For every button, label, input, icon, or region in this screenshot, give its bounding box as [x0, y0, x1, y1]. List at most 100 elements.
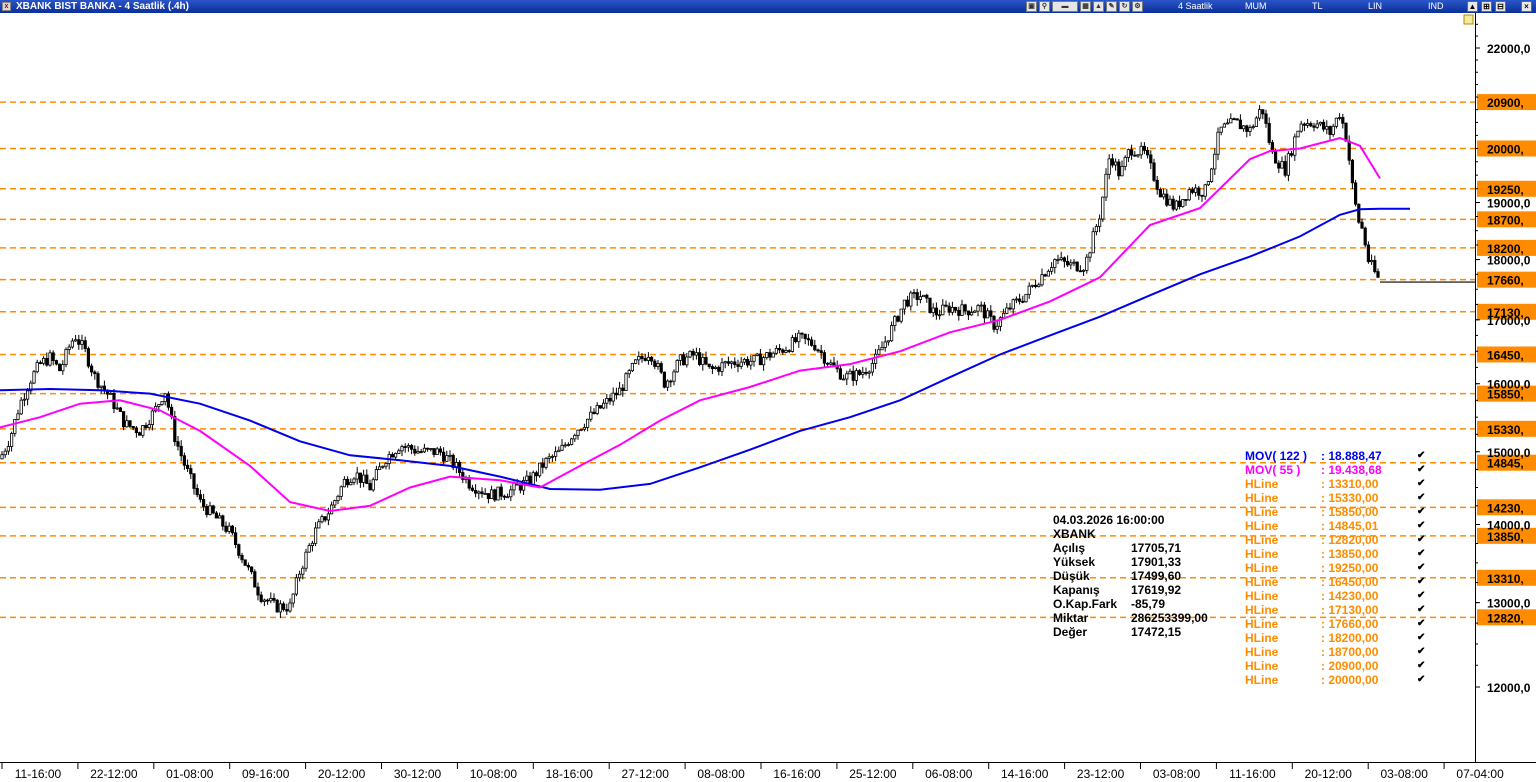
info-value: 17619,92 — [1131, 583, 1182, 597]
candle-down — [707, 363, 711, 367]
candle-down — [189, 468, 193, 475]
candle-up — [1107, 158, 1111, 175]
candle-down — [118, 407, 122, 412]
candle-up — [25, 390, 30, 400]
restore-icon[interactable]: ⊞ — [1481, 1, 1492, 12]
candle-up — [842, 378, 846, 381]
candle-up — [611, 392, 615, 402]
visibility-check-icon[interactable]: ✔ — [1417, 673, 1425, 687]
candle-up — [310, 542, 315, 546]
candle-down — [806, 338, 811, 341]
candle-down — [691, 350, 695, 356]
candle-up — [1162, 193, 1166, 198]
candle-up — [1206, 181, 1210, 186]
candle-up — [477, 491, 481, 494]
candle-up — [589, 411, 593, 420]
legend-row: HLine: 19250,00 ✔ — [1245, 561, 1425, 575]
candle-down — [185, 464, 190, 469]
x-tick-label: 11-16:00 — [1229, 767, 1276, 781]
x-tick-label: 03-08:00 — [1153, 767, 1201, 781]
candle-up — [422, 447, 427, 453]
visibility-check-icon[interactable]: ✔ — [1417, 575, 1425, 589]
indicator-label[interactable]: IND — [1428, 0, 1444, 13]
currency-label[interactable]: TL — [1312, 0, 1323, 13]
visibility-check-icon[interactable]: ✔ — [1417, 561, 1425, 575]
candle-down — [493, 489, 497, 501]
candle-down — [403, 446, 407, 448]
minimize-icon[interactable]: ▲ — [1467, 1, 1478, 12]
candle-down — [192, 473, 196, 489]
refresh-icon[interactable]: ↻ — [1119, 1, 1130, 12]
info-symbol: XBANK — [1053, 527, 1096, 541]
x-tick-label: 30-12:00 — [394, 767, 442, 781]
candle-up — [99, 385, 103, 388]
legend-row: HLine: 13310,00 ✔ — [1245, 477, 1425, 491]
candle-up — [1254, 117, 1258, 127]
candle-down — [51, 352, 55, 361]
candle-up — [483, 493, 487, 495]
close-icon[interactable]: × — [1521, 1, 1532, 12]
visibility-check-icon[interactable]: ✔ — [1417, 603, 1425, 617]
candle-up — [774, 347, 779, 354]
info-value: 17705,71 — [1131, 541, 1182, 555]
restore-down-icon[interactable]: ⊟ — [1495, 1, 1506, 12]
draw-icon[interactable]: ✎ — [1106, 1, 1117, 12]
visibility-check-icon[interactable]: ✔ — [1417, 463, 1425, 477]
candle-up — [582, 427, 587, 430]
candle-down — [345, 478, 350, 486]
visibility-check-icon[interactable]: ✔ — [1417, 533, 1425, 547]
candle-up — [739, 361, 743, 367]
candle-up — [400, 446, 404, 452]
visibility-check-icon[interactable]: ✔ — [1417, 547, 1425, 561]
candle-down — [1117, 161, 1121, 177]
candle-down — [1347, 140, 1351, 161]
legend-value: : 17660,00 — [1321, 617, 1379, 631]
candle-up — [1123, 157, 1127, 167]
candle-down — [1110, 158, 1114, 166]
candle-down — [122, 411, 126, 428]
visibility-check-icon[interactable]: ✔ — [1417, 505, 1425, 519]
visibility-check-icon[interactable]: ✔ — [1417, 659, 1425, 673]
chart-type-icon[interactable]: ▲ — [1093, 1, 1104, 12]
visibility-check-icon[interactable]: ✔ — [1417, 477, 1425, 491]
candle-up — [509, 489, 513, 498]
grid-icon[interactable]: ▦ — [1080, 1, 1091, 12]
visibility-check-icon[interactable]: ✔ — [1417, 491, 1425, 505]
candle-up — [1248, 127, 1252, 132]
scale-label[interactable]: LIN — [1368, 0, 1382, 13]
visibility-check-icon[interactable]: ✔ — [1417, 631, 1425, 645]
legend-name: MOV( 55 ) — [1245, 463, 1301, 477]
candle-up — [547, 456, 551, 459]
candle-up — [829, 362, 833, 365]
period-selector-icon[interactable]: ▬ — [1052, 1, 1078, 12]
settings-icon[interactable]: ⚙ — [1132, 1, 1143, 12]
candle-down — [166, 393, 170, 408]
candle-down — [441, 451, 446, 462]
chart-style-label[interactable]: MUM — [1245, 0, 1267, 13]
candle-up — [646, 356, 651, 361]
candle-down — [83, 340, 87, 350]
candle-down — [432, 448, 436, 455]
candle-down — [1190, 189, 1194, 193]
candle-up — [304, 551, 308, 569]
candle-down — [826, 362, 830, 365]
candle-up — [762, 357, 766, 366]
candle-down — [240, 554, 244, 561]
zoom-icon[interactable]: ⚲ — [1039, 1, 1050, 12]
candle-up — [1011, 299, 1015, 310]
candle-up — [1056, 259, 1060, 261]
visibility-check-icon[interactable]: ✔ — [1417, 617, 1425, 631]
period-label[interactable]: 4 Saatlik — [1178, 0, 1213, 13]
visibility-check-icon[interactable]: ✔ — [1417, 449, 1425, 463]
visibility-check-icon[interactable]: ✔ — [1417, 519, 1425, 533]
legend-row: HLine: 13850,00 ✔ — [1245, 547, 1425, 561]
candle-down — [1171, 198, 1175, 210]
legend-value: : 16450,00 — [1321, 575, 1379, 589]
candle-up — [496, 486, 500, 501]
copy-icon[interactable]: ▣ — [1026, 1, 1037, 12]
legend-name: HLine — [1245, 589, 1279, 603]
visibility-check-icon[interactable]: ✔ — [1417, 645, 1425, 659]
candle-down — [794, 337, 798, 343]
visibility-check-icon[interactable]: ✔ — [1417, 589, 1425, 603]
candle-down — [58, 363, 62, 372]
